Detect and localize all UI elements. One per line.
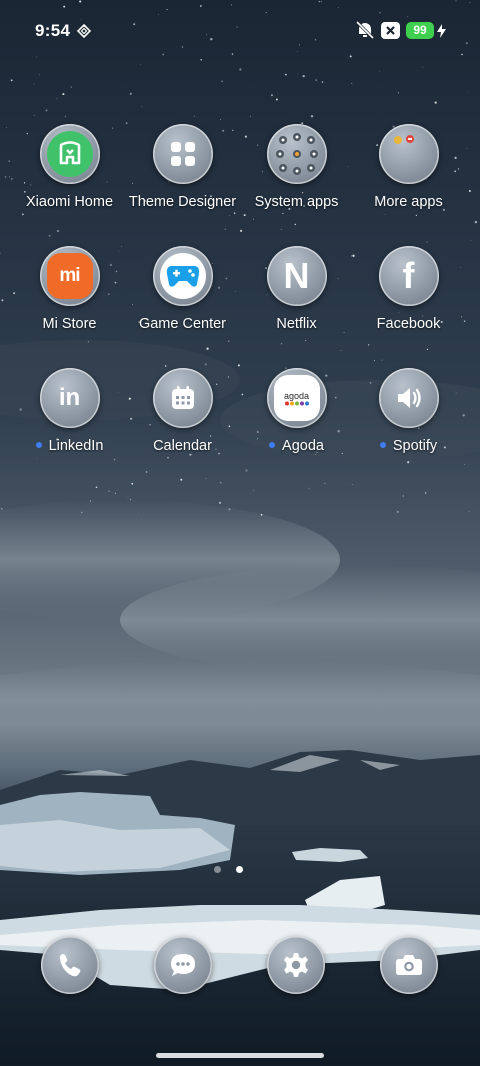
app-label-row: LinkedIn <box>13 438 126 454</box>
gesture-home-bar[interactable] <box>156 1053 324 1058</box>
app-label-row: Spotify <box>352 438 465 454</box>
messages-icon <box>171 954 195 976</box>
netflix-logo: N <box>283 255 310 296</box>
xiaomi-home-icon <box>39 124 100 184</box>
app-calendar[interactable]: Calendar <box>126 368 239 454</box>
linkedin-icon: in <box>39 368 100 428</box>
folder-system-apps[interactable]: System apps <box>240 124 353 210</box>
clock: 9:54 <box>35 21 71 40</box>
app-label: Agoda <box>282 438 324 454</box>
linkedin-logo: in <box>58 384 81 411</box>
dock-phone[interactable] <box>41 936 99 994</box>
app-label: Xiaomi Home <box>25 194 114 210</box>
new-install-dot <box>269 442 276 449</box>
folder-icon <box>266 124 327 184</box>
new-install-dot <box>35 442 42 449</box>
new-install-dot <box>379 442 386 449</box>
app-label: System apps <box>254 194 339 210</box>
settings-gear-icon <box>284 953 308 977</box>
app-label: Netflix <box>276 316 317 332</box>
app-label: Spotify <box>392 438 438 454</box>
grid-four-icon <box>152 124 213 184</box>
facebook-f-icon: f <box>378 246 439 306</box>
app-label: LinkedIn <box>48 438 104 454</box>
battery-indicator: 99 <box>406 22 434 39</box>
app-label: More apps <box>374 194 443 210</box>
nfc-diamond-icon <box>77 24 91 38</box>
netflix-n-icon: N <box>266 246 327 306</box>
page-dot <box>214 866 221 873</box>
page-dot-active <box>236 866 243 873</box>
phone-icon <box>60 954 81 977</box>
app-label: Game Center <box>138 316 227 332</box>
app-netflix[interactable]: N Netflix <box>240 246 353 332</box>
app-label: Mi Store <box>42 316 97 332</box>
facebook-logo: f <box>402 255 415 296</box>
app-label: Calendar <box>153 438 212 454</box>
dock-camera[interactable] <box>380 936 438 994</box>
mi-store-icon: mi <box>39 246 100 306</box>
folder-icon <box>378 124 439 184</box>
speaker-icon <box>378 368 439 428</box>
app-theme-designer[interactable]: Theme Designer <box>126 124 239 210</box>
dock-messages[interactable] <box>154 936 212 994</box>
mi-logo: mi <box>46 253 93 299</box>
folder-more-apps[interactable]: More apps <box>352 124 465 210</box>
gamepad-icon <box>152 246 213 306</box>
app-label: Theme Designer <box>128 194 237 210</box>
app-game-center[interactable]: Game Center <box>126 246 239 332</box>
app-linkedin[interactable]: in LinkedIn <box>13 368 126 454</box>
x-box-icon <box>381 22 400 39</box>
app-label: Facebook <box>376 316 441 332</box>
status-bar: 9:54 99 <box>0 0 480 64</box>
silent-vibrate-icon <box>355 21 375 39</box>
app-agoda[interactable]: agoda Agoda <box>240 368 353 454</box>
app-facebook[interactable]: f Facebook <box>352 246 465 332</box>
camera-icon <box>396 955 422 975</box>
app-label-row: Agoda <box>240 438 353 454</box>
dock-settings[interactable] <box>267 936 325 994</box>
agoda-icon: agoda <box>266 368 327 428</box>
app-spotify[interactable]: Spotify <box>352 368 465 454</box>
agoda-logo-text: agoda <box>283 390 310 401</box>
app-mi-store[interactable]: mi Mi Store <box>13 246 126 332</box>
app-xiaomi-home[interactable]: Xiaomi Home <box>13 124 126 210</box>
calendar-icon <box>152 368 213 428</box>
charging-bolt-icon <box>437 24 446 38</box>
